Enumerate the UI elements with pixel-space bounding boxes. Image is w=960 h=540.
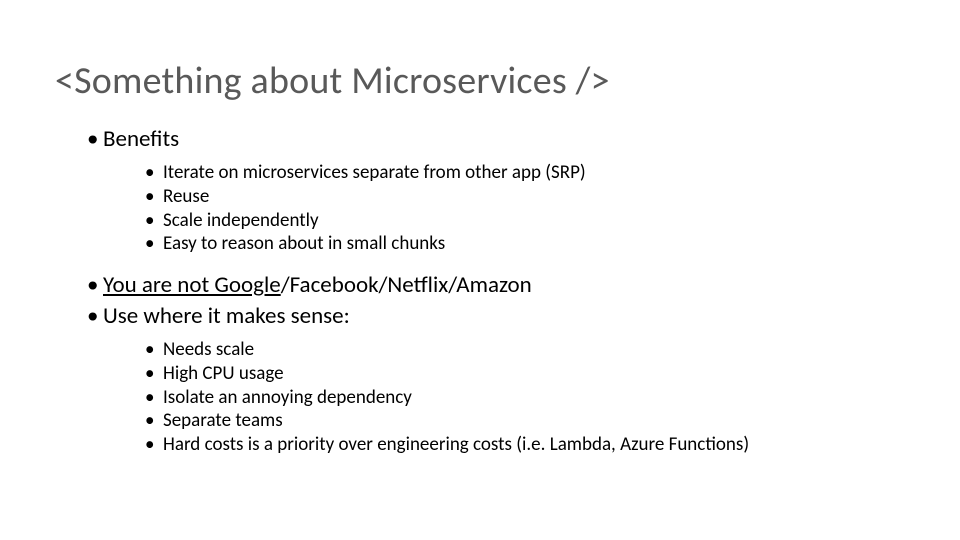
not-google-line: •You are not Google/Facebook/Netflix/Ama… — [87, 270, 905, 301]
item-text: Iterate on microservices separate from o… — [163, 161, 586, 184]
item-text: Reuse — [163, 185, 209, 208]
bullet-icon: • — [145, 338, 163, 362]
list-item: •Reuse — [145, 185, 905, 209]
list-item: •High CPU usage — [145, 362, 905, 386]
item-text: Hard costs is a priority over engineerin… — [163, 433, 749, 456]
list-item: •Easy to reason about in small chunks — [145, 232, 905, 256]
item-text: Separate teams — [163, 409, 283, 432]
item-text: Scale independently — [163, 209, 319, 232]
bullet-icon: • — [145, 209, 163, 233]
list-item: •Needs scale — [145, 338, 905, 362]
bullet-icon: • — [145, 433, 163, 457]
use-where-block: •Use where it makes sense: •Needs scale … — [55, 301, 905, 457]
bullet-icon: • — [87, 270, 103, 301]
bullet-icon: • — [87, 124, 103, 155]
heading-text: Use where it makes sense: — [103, 302, 350, 330]
list-item: •Iterate on microservices separate from … — [145, 161, 905, 185]
item-text: Needs scale — [163, 338, 254, 361]
bullet-icon: • — [145, 161, 163, 185]
list-item: •Scale independently — [145, 209, 905, 233]
list-item: •Isolate an annoying dependency — [145, 386, 905, 410]
item-text: Isolate an annoying dependency — [163, 386, 412, 409]
slide-title: <Something about Microservices /> — [55, 58, 905, 104]
list-item: •Separate teams — [145, 409, 905, 433]
companies-text: /Facebook/Netflix/Amazon — [281, 271, 532, 299]
bullet-icon: • — [145, 232, 163, 256]
list-item: •Hard costs is a priority over engineeri… — [145, 433, 905, 457]
item-text: High CPU usage — [163, 362, 284, 385]
bullet-icon: • — [145, 185, 163, 209]
slide: <Something about Microservices /> •Benef… — [0, 0, 960, 457]
use-where-heading: •Use where it makes sense: — [87, 301, 905, 332]
bullet-icon: • — [87, 301, 103, 332]
item-text: Easy to reason about in small chunks — [163, 232, 445, 255]
bullet-icon: • — [145, 362, 163, 386]
benefits-heading: •Benefits — [87, 124, 905, 155]
not-google-link[interactable]: You are not Google — [103, 271, 281, 299]
heading-text: Benefits — [103, 125, 179, 153]
bullet-icon: • — [145, 409, 163, 433]
benefits-block: •Benefits •Iterate on microservices sepa… — [55, 124, 905, 256]
bullet-icon: • — [145, 386, 163, 410]
